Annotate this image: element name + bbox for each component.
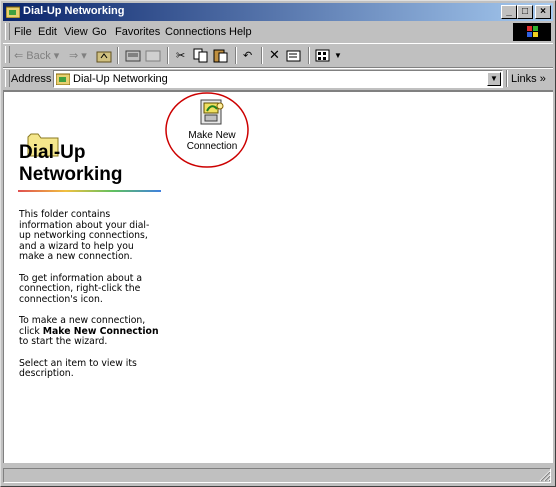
menu-connections[interactable]: Connections bbox=[165, 26, 226, 38]
delete-icon[interactable]: ✕ bbox=[269, 47, 280, 63]
toolbar-separator bbox=[167, 47, 169, 64]
windows-logo-icon bbox=[513, 23, 551, 41]
toolbar-separator bbox=[235, 47, 237, 64]
address-dropdown-button[interactable]: ▼ bbox=[487, 72, 501, 86]
disconnect-drive-icon[interactable] bbox=[145, 48, 161, 63]
address-value: Dial-Up Networking bbox=[73, 73, 168, 85]
page-title: Dial-Up Networking bbox=[19, 142, 122, 186]
maximize-button[interactable]: □ bbox=[517, 5, 533, 19]
cut-icon[interactable]: ✂ bbox=[176, 49, 185, 62]
page-title-line1: Dial-Up bbox=[19, 142, 86, 163]
undo-icon[interactable]: ↶ bbox=[243, 49, 252, 62]
menu-view[interactable]: View bbox=[64, 26, 88, 38]
paste-icon[interactable] bbox=[213, 48, 229, 63]
toolbar-separator bbox=[506, 70, 508, 87]
description-paragraph: Select an item to view its description. bbox=[19, 357, 137, 379]
status-bar bbox=[3, 467, 553, 484]
toolbar-separator bbox=[308, 47, 310, 64]
copy-icon[interactable] bbox=[193, 48, 209, 63]
description-paragraph: This folder contains information about y… bbox=[19, 209, 150, 262]
resize-grip-icon[interactable] bbox=[539, 470, 551, 482]
dialup-folder-icon bbox=[6, 6, 20, 18]
address-label: Address bbox=[11, 73, 52, 85]
address-input[interactable]: Dial-Up Networking ▼ bbox=[53, 70, 503, 88]
standard-toolbar: ⇐ Back ▾ ⇒ ▾ ✂ ↶ ✕ ▼ bbox=[3, 43, 553, 68]
views-icon[interactable] bbox=[315, 48, 331, 63]
status-pane bbox=[3, 468, 551, 483]
address-bar: Address Dial-Up Networking ▼ Links » bbox=[3, 68, 553, 91]
page-title-line2: Networking bbox=[19, 164, 123, 185]
folder-view[interactable]: Dial-Up Networking This folder contains … bbox=[3, 91, 553, 463]
map-drive-icon[interactable] bbox=[125, 48, 141, 63]
description-paragraph: To make a new connection, click Make New… bbox=[19, 315, 159, 348]
toolbar-separator bbox=[261, 47, 263, 64]
menu-edit[interactable]: Edit bbox=[38, 26, 57, 38]
dialup-folder-icon bbox=[56, 73, 70, 85]
menu-bar: File Edit View Go Favorites Connections … bbox=[3, 22, 553, 42]
up-folder-icon[interactable] bbox=[96, 48, 112, 63]
back-label: Back bbox=[26, 50, 51, 62]
address-grip[interactable] bbox=[5, 70, 10, 87]
back-button[interactable]: ⇐ Back ▾ bbox=[14, 49, 59, 62]
toolbar-grip[interactable] bbox=[5, 46, 10, 63]
folder-description: This folder contains information about y… bbox=[19, 209, 159, 391]
toolbar-separator bbox=[117, 47, 119, 64]
minimize-button[interactable]: _ bbox=[501, 5, 517, 19]
description-emphasis: Make New Connection bbox=[42, 325, 159, 337]
properties-icon[interactable] bbox=[286, 48, 302, 63]
window-title: Dial-Up Networking bbox=[23, 5, 125, 17]
description-paragraph: To get information about a connection, r… bbox=[19, 272, 143, 305]
views-dropdown-icon[interactable]: ▼ bbox=[334, 51, 342, 60]
title-bar[interactable]: Dial-Up Networking _ □ × bbox=[3, 3, 553, 21]
links-button[interactable]: Links » bbox=[511, 73, 546, 85]
description-text: to start the wizard. bbox=[19, 336, 108, 347]
title-underline bbox=[18, 190, 161, 192]
menu-go[interactable]: Go bbox=[92, 26, 107, 38]
forward-button[interactable]: ⇒ ▾ bbox=[69, 49, 87, 62]
annotation-circle bbox=[165, 92, 249, 168]
menu-file[interactable]: File bbox=[14, 26, 32, 38]
explorer-window: Dial-Up Networking _ □ × File Edit View … bbox=[0, 0, 556, 487]
menu-help[interactable]: Help bbox=[229, 26, 252, 38]
menu-favorites[interactable]: Favorites bbox=[115, 26, 160, 38]
close-button[interactable]: × bbox=[535, 5, 551, 19]
menu-grip[interactable] bbox=[5, 23, 10, 40]
